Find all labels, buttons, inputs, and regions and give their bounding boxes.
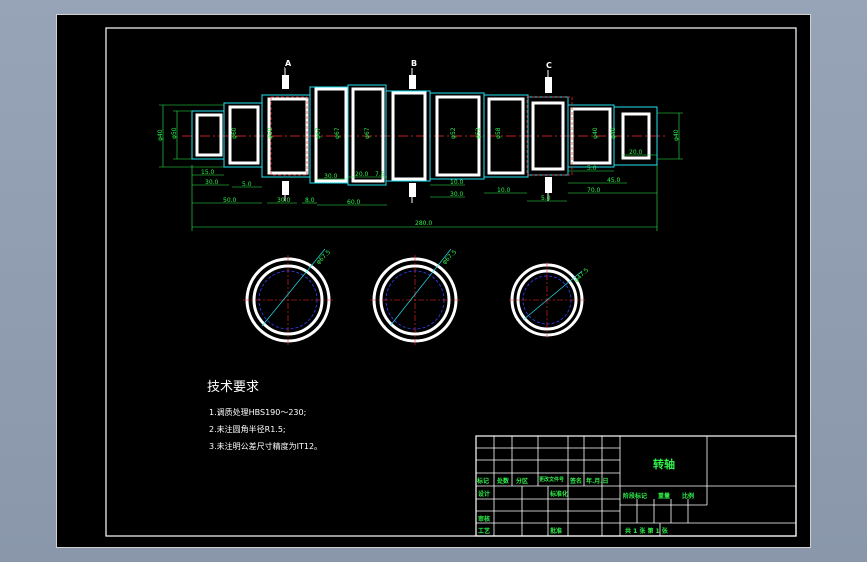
shaft-body-1 xyxy=(195,113,223,157)
length-dim: 5.0 xyxy=(242,181,252,188)
note-item: 2.未注圆角半径R1.5; xyxy=(209,425,286,434)
length-dim: 20.0 xyxy=(629,149,643,156)
tb-label: 更改文件号 xyxy=(539,477,565,483)
diameter-label: φ60 xyxy=(231,127,238,139)
diameter-label: φ50 xyxy=(171,127,178,139)
diameter-label: φ40 xyxy=(610,127,617,139)
diameter-label: φ52 xyxy=(475,127,482,139)
overall-length-dim: 280.0 xyxy=(415,220,433,227)
tb-label: 审核 xyxy=(478,516,491,523)
section-views xyxy=(243,248,585,345)
diameter-label: φ67 xyxy=(315,127,322,139)
section-c-view xyxy=(509,262,585,338)
keyway-c-bottom xyxy=(545,177,552,193)
tb-sheet-count: 共 1 张 第 1 张 xyxy=(625,528,668,535)
length-dim: 60.0 xyxy=(347,199,361,206)
length-dim: 30.0 xyxy=(277,197,291,204)
keyway-b-top xyxy=(409,75,416,89)
note-item: 3.未注明公差尺寸精度为IT12。 xyxy=(209,442,323,451)
tb-label: 阶段标记 xyxy=(623,493,648,500)
section-label-b: B xyxy=(411,59,418,68)
length-dim: 30.0 xyxy=(324,173,338,180)
keyway-c-top xyxy=(545,77,552,93)
length-dim: 8.0 xyxy=(305,197,315,204)
section-label-c: C xyxy=(546,61,552,70)
tb-label: 处数 xyxy=(497,478,510,485)
length-dim: 20.0 xyxy=(355,171,369,178)
tb-label: 设计 xyxy=(478,491,491,498)
length-dim: 10.0 xyxy=(497,187,511,194)
shaft-drawing-canvas xyxy=(105,27,797,537)
length-dim: 50.0 xyxy=(223,197,237,204)
length-dim: 70.0 xyxy=(587,187,601,194)
diameter-label: φ40 xyxy=(592,127,599,139)
diameter-label: φ58 xyxy=(495,127,502,139)
tb-label: 工艺 xyxy=(478,528,491,535)
length-dim: 15.0 xyxy=(201,169,215,176)
diameter-label: φ67 xyxy=(334,127,341,139)
tb-label: 分区 xyxy=(516,478,529,485)
tb-label: 比例 xyxy=(682,493,695,500)
tb-label: 年.月.日 xyxy=(586,478,609,485)
diameter-label: φ40 xyxy=(157,129,164,141)
drawing-sheet: A B C φ40 φ50 φ60 φ50 φ67 φ67 φ67 φ52 φ5… xyxy=(56,14,811,548)
diameter-label: φ52 xyxy=(450,127,457,139)
diameter-label: φ50 xyxy=(267,127,274,139)
tb-label: 签名 xyxy=(570,478,583,485)
section-label-a: A xyxy=(285,59,292,68)
tb-label: 批准 xyxy=(550,528,563,535)
part-name: 转轴 xyxy=(653,458,675,471)
length-dim: 7.5 xyxy=(375,171,385,178)
tb-label: 标准化 xyxy=(550,491,569,498)
length-dim: 45.0 xyxy=(607,177,621,184)
length-dim: 5.0 xyxy=(587,165,597,172)
diameter-label: φ40 xyxy=(673,129,680,141)
keyway-a-top xyxy=(282,75,289,89)
dimension-lines xyxy=(159,104,683,231)
diameter-label: φ67 xyxy=(364,127,371,139)
length-dim: 30.0 xyxy=(205,179,219,186)
length-dim: 30.0 xyxy=(450,191,464,198)
title-block-grid xyxy=(475,435,797,537)
length-dim: 5.0 xyxy=(541,195,551,202)
length-dim: 10.0 xyxy=(450,179,464,186)
tb-label: 重量 xyxy=(658,493,671,500)
note-item: 1.调质处理HBS190～230; xyxy=(209,408,307,417)
keyway-a-bottom xyxy=(282,181,289,195)
tb-label: 标记 xyxy=(477,478,490,485)
keyway-b-bottom xyxy=(409,183,416,197)
notes-title: 技术要求 xyxy=(207,380,260,395)
